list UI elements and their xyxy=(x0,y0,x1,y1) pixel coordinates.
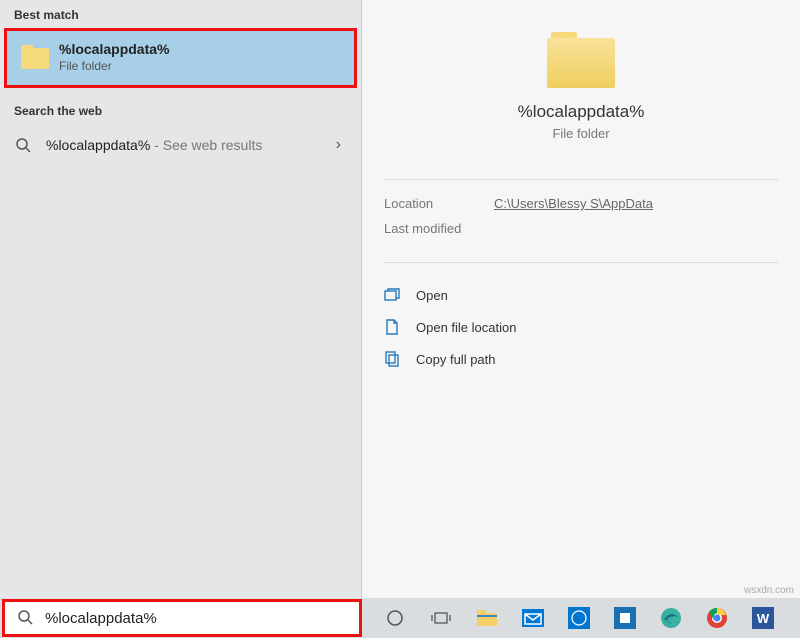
chrome-button[interactable] xyxy=(694,598,740,638)
copy-path-action[interactable]: Copy full path xyxy=(384,343,778,375)
result-title: %localappdata% xyxy=(59,41,169,57)
search-input[interactable] xyxy=(45,610,359,627)
search-web-header: Search the web xyxy=(0,96,361,124)
search-icon xyxy=(14,136,32,154)
folder-icon xyxy=(21,45,49,69)
results-pane: Best match %localappdata% File folder Se… xyxy=(0,0,362,598)
location-value[interactable]: C:\Users\Blessy S\AppData xyxy=(494,196,653,211)
open-location-action[interactable]: Open file location xyxy=(384,311,778,343)
folder-icon xyxy=(547,32,615,88)
modified-label: Last modified xyxy=(384,221,494,236)
taskbar: W xyxy=(0,598,800,638)
edge-button[interactable] xyxy=(648,598,694,638)
copy-icon xyxy=(384,351,400,367)
web-result-text: %localappdata% - See web results xyxy=(46,137,336,153)
preview-title: %localappdata% xyxy=(382,102,780,122)
dell-button[interactable] xyxy=(556,598,602,638)
web-result[interactable]: %localappdata% - See web results › xyxy=(0,124,361,166)
location-label: Location xyxy=(384,196,494,211)
best-match-header: Best match xyxy=(0,0,361,28)
svg-text:W: W xyxy=(757,611,770,626)
watermark: wsxdn.com xyxy=(744,585,794,596)
best-match-result[interactable]: %localappdata% File folder xyxy=(4,28,357,88)
preview-pane: %localappdata% File folder Location C:\U… xyxy=(362,0,800,598)
cortana-button[interactable] xyxy=(372,598,418,638)
actions-section: Open Open file location Copy full path xyxy=(384,262,778,391)
preview-subtitle: File folder xyxy=(382,126,780,141)
file-location-icon xyxy=(384,319,400,335)
task-view-button[interactable] xyxy=(418,598,464,638)
result-subtitle: File folder xyxy=(59,59,169,73)
details-section: Location C:\Users\Blessy S\AppData Last … xyxy=(384,179,778,262)
app-button[interactable] xyxy=(602,598,648,638)
word-button[interactable]: W xyxy=(740,598,786,638)
mail-button[interactable] xyxy=(510,598,556,638)
file-explorer-button[interactable] xyxy=(464,598,510,638)
open-icon xyxy=(384,287,400,303)
search-icon xyxy=(17,609,35,627)
taskbar-search[interactable] xyxy=(2,599,362,637)
open-action[interactable]: Open xyxy=(384,279,778,311)
chevron-right-icon: › xyxy=(336,136,347,154)
